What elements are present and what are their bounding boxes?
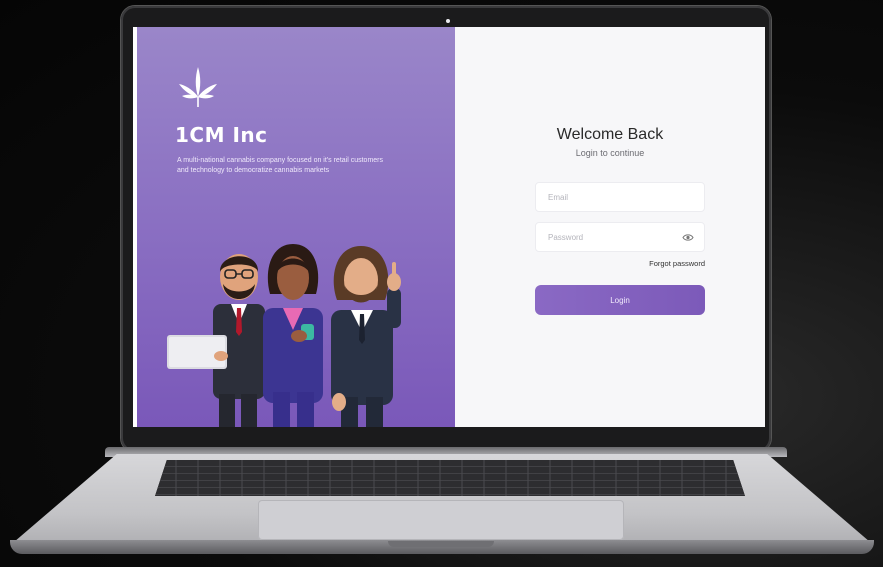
laptop-front-notch [388,541,494,547]
login-panel: Welcome Back Login to continue Forgot pa… [455,27,765,427]
person-right [331,246,401,427]
webcam-dot [446,19,450,23]
laptop-trackpad [258,500,624,540]
login-subtitle: Login to continue [575,148,645,158]
email-field[interactable] [535,182,705,212]
login-title: Welcome Back [556,126,664,143]
forgot-password-link[interactable]: Forgot password [649,259,705,268]
brand-name: 1CM Inc [175,123,268,147]
login-button[interactable]: Login [535,285,705,315]
laptop-screen: 1CM Inc A multi-national cannabis compan… [133,27,765,427]
email-input[interactable] [536,183,688,211]
brand-tagline: A multi-national cannabis company focuse… [177,157,383,174]
cannabis-leaf-icon [179,67,217,107]
brand-panel: 1CM Inc A multi-national cannabis compan… [133,27,455,427]
eye-icon[interactable] [682,233,694,242]
keyboard-rows [155,460,745,496]
person-middle [263,244,323,427]
team-illustration [167,244,401,427]
password-input[interactable] [536,223,688,251]
person-left [167,254,265,427]
password-field[interactable] [535,222,705,252]
